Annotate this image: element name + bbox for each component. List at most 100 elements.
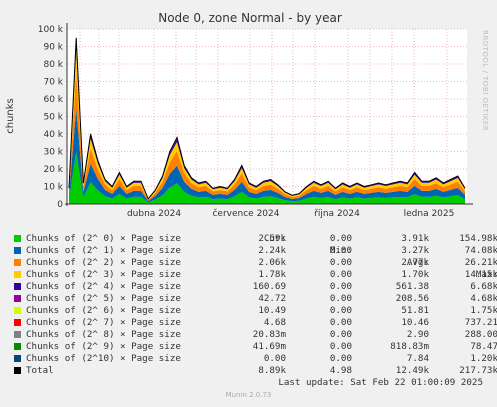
y-tick-label: 60 k	[43, 95, 63, 105]
legend-row: Total 8.89k 4.98 12.49k 217.73k	[14, 365, 497, 377]
legend-avg-value: 208.56	[395, 293, 429, 304]
legend-max-value: 154.98k	[459, 233, 497, 244]
legend-cur-value: 0.00	[263, 353, 286, 364]
y-tick-label: 30 k	[43, 148, 63, 158]
legend-row: Chunks of (2^10) × Page size 0.00 0.00 7.84…	[14, 353, 497, 365]
legend-max-value: 74.08k	[464, 245, 497, 256]
legend-max-value: 14.15k	[464, 269, 497, 280]
legend-row: Chunks of (2^ 4) × Page size 160.69 0.00 56…	[14, 281, 497, 293]
legend-max-value: 1.20k	[470, 353, 497, 364]
legend-cur-value: 1.78k	[258, 269, 286, 280]
legend-swatch	[14, 319, 21, 326]
x-tick-label: dubna 2024	[127, 209, 181, 219]
legend-rows: Chunks of (2^ 0) × Page size 2.59k 0.00 3.9…	[14, 233, 497, 377]
legend-cur-value: 4.68	[263, 317, 286, 328]
legend-cur-value: 2.24k	[258, 245, 286, 256]
legend-min-value: 0.00	[329, 281, 352, 292]
legend-max-value: 288.00	[464, 329, 497, 340]
legend-cur-value: 42.72	[258, 293, 286, 304]
legend-label: Chunks of (2^ 0) × Page size	[26, 233, 181, 244]
y-tick-label: 40 k	[43, 130, 63, 140]
legend-cur-value: 2.59k	[258, 233, 286, 244]
legend-label: Total	[26, 365, 54, 376]
legend-swatch	[14, 307, 21, 314]
legend-max-value: 1.75k	[470, 305, 497, 316]
legend-avg-value: 3.91k	[401, 233, 429, 244]
legend-swatch	[14, 367, 21, 374]
legend-cur-value: 160.69	[252, 281, 286, 292]
rrdtool-credit: RRDTOOL / TOBI OETIKER	[481, 30, 489, 132]
x-tick-label: ledna 2025	[404, 209, 455, 219]
legend-label: Chunks of (2^ 5) × Page size	[26, 293, 181, 304]
y-tick-label: 80 k	[43, 60, 63, 70]
legend-swatch	[14, 271, 21, 278]
munin-version: Munin 2.0.73	[225, 391, 272, 399]
legend-min-value: 0.00	[329, 317, 352, 328]
legend-row: Chunks of (2^ 3) × Page size 1.78k 0.00 1.7…	[14, 269, 497, 281]
legend-swatch	[14, 283, 21, 290]
legend-row: Chunks of (2^ 6) × Page size 10.49 0.00 51.…	[14, 305, 497, 317]
legend-avg-value: 818.83m	[390, 341, 429, 352]
legend-avg-value: 7.84	[406, 353, 429, 364]
legend-min-value: 0.00	[329, 341, 352, 352]
legend-label: Chunks of (2^ 9) × Page size	[26, 341, 181, 352]
legend-min-value: 0.00	[329, 245, 352, 256]
y-tick-label: 10 k	[43, 183, 63, 193]
y-tick-label: 70 k	[43, 78, 63, 88]
legend-avg-value: 3.27k	[401, 245, 429, 256]
legend-row: Chunks of (2^ 7) × Page size 4.68 0.00 10.4…	[14, 317, 497, 329]
legend-max-value: 4.68k	[470, 293, 497, 304]
legend-header: Cur: Min: Avg: Max:	[14, 221, 497, 280]
legend-avg-value: 2.77k	[401, 257, 429, 268]
y-tick-label: 90 k	[43, 43, 63, 53]
legend-avg-value: 51.81	[401, 305, 429, 316]
legend-avg-value: 2.90	[406, 329, 429, 340]
legend-swatch	[14, 259, 21, 266]
legend-label: Chunks of (2^ 7) × Page size	[26, 317, 181, 328]
legend-cur-value: 2.06k	[258, 257, 286, 268]
chart: 0 10 k 20 k 30 k 40 k 50 k 60 k 70 k 80 k 90 k 100…	[5, 11, 473, 219]
chart-title: Node 0, zone Normal - by year	[158, 11, 342, 25]
legend-label: Chunks of (2^ 2) × Page size	[26, 257, 181, 268]
y-tick-label: 20 k	[43, 165, 63, 175]
legend-row: Chunks of (2^ 9) × Page size 41.69m 0.00 81…	[14, 341, 497, 353]
y-tick-label: 50 k	[43, 113, 63, 123]
legend-min-value: 4.98	[329, 365, 352, 376]
legend-avg-value: 12.49k	[395, 365, 429, 376]
y-axis-label: chunks	[5, 98, 16, 134]
legend-swatch	[14, 247, 21, 254]
legend-label: Chunks of (2^ 1) × Page size	[26, 245, 181, 256]
legend-label: Chunks of (2^ 4) × Page size	[26, 281, 181, 292]
legend-swatch	[14, 235, 21, 242]
legend-swatch	[14, 295, 21, 302]
legend-swatch	[14, 355, 21, 362]
y-tick-label: 0	[57, 200, 63, 210]
legend-max-value: 737.21	[464, 317, 497, 328]
legend-label: Chunks of (2^ 6) × Page size	[26, 305, 181, 316]
legend-max-value: 26.21k	[464, 257, 497, 268]
x-tick-labels: dubna 2024 července 2024 října 2024 ledna 2…	[127, 208, 454, 219]
legend-cur-value: 20.83m	[252, 329, 286, 340]
x-tick-label: července 2024	[212, 208, 279, 219]
legend-min-value: 0.00	[329, 305, 352, 316]
legend-row: Chunks of (2^ 5) × Page size 42.72 0.00 208…	[14, 293, 497, 305]
legend-max-value: 78.47	[470, 341, 497, 352]
legend-cur-value: 41.69m	[252, 341, 286, 352]
legend-avg-value: 561.38	[395, 281, 429, 292]
legend-cur-value: 10.49	[258, 305, 286, 316]
legend-swatch	[14, 331, 21, 338]
legend-row: Chunks of (2^ 1) × Page size 2.24k 0.00 3.2…	[14, 245, 497, 257]
y-tick-labels: 0 10 k 20 k 30 k 40 k 50 k 60 k 70 k 80 k 90 k 100…	[38, 25, 64, 210]
legend-swatch	[14, 343, 21, 350]
last-update: Last update: Sat Feb 22 01:00:09 2025	[278, 377, 483, 388]
legend-label: Chunks of (2^ 3) × Page size	[26, 269, 181, 280]
legend-label: Chunks of (2^10) × Page size	[26, 353, 181, 364]
legend-min-value: 0.00	[329, 233, 352, 244]
legend-row: Chunks of (2^ 0) × Page size 2.59k 0.00 3.9…	[14, 233, 497, 245]
y-tick-label: 100 k	[38, 25, 64, 35]
legend-avg-value: 10.46	[401, 317, 429, 328]
legend-avg-value: 1.70k	[401, 269, 429, 280]
x-tick-label: října 2024	[314, 209, 360, 219]
legend-min-value: 0.00	[329, 293, 352, 304]
legend-min-value: 0.00	[329, 329, 352, 340]
